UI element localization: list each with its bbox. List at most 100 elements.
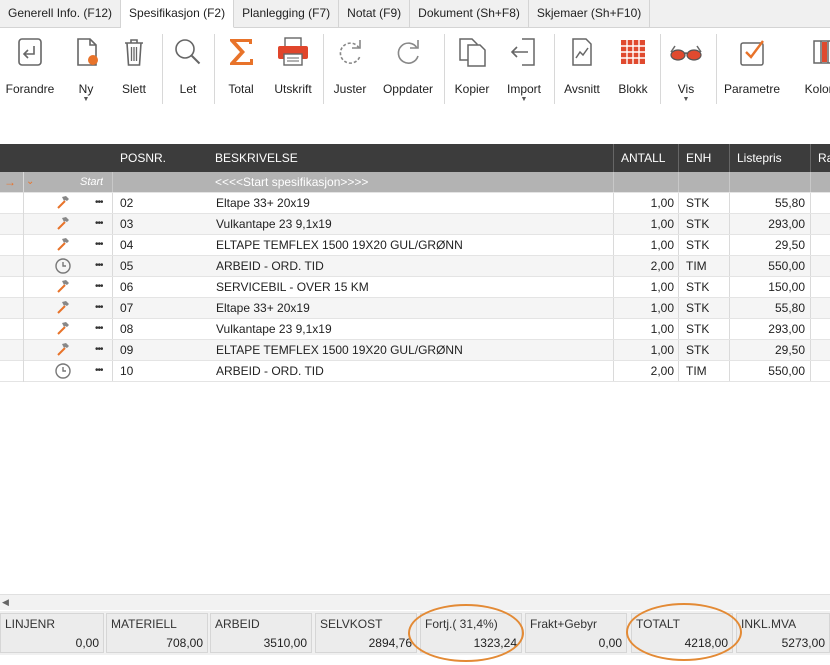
current-row-arrow-icon: → (4, 175, 16, 189)
row-menu-icon[interactable]: ••• (95, 361, 103, 381)
cell-divider (810, 361, 811, 381)
row-menu-icon[interactable]: ••• (95, 277, 103, 297)
app-window: Generell Info. (F12) Spesifikasjon (F2) … (0, 0, 830, 665)
cell-enh: TIM (686, 364, 707, 378)
materiell-value: 708,00 (166, 636, 203, 650)
cell-divider (112, 277, 113, 297)
row-menu-icon[interactable]: ••• (95, 340, 103, 360)
col-header-rabatt[interactable]: Ra (818, 144, 830, 172)
tab-planlegging[interactable]: Planlegging (F7) (234, 0, 340, 27)
cell-divider (678, 214, 679, 234)
total-selvkost: SELVKOST 2894,76 (315, 613, 417, 653)
import-button[interactable]: Import ▼ (494, 34, 554, 106)
tab-dokument[interactable]: Dokument (Sh+F8) (410, 0, 529, 27)
cell-enh: STK (686, 322, 710, 336)
import-icon (506, 34, 542, 70)
hammer-icon (54, 319, 72, 339)
tab-generell-info[interactable]: Generell Info. (F12) (0, 0, 122, 27)
total-button[interactable]: Total (211, 34, 271, 106)
cell-listepris: 550,00 (768, 259, 805, 273)
col-header-beskrivelse[interactable]: BESKRIVELSE (215, 144, 298, 172)
cell-divider (810, 256, 811, 276)
cell-beskrivelse: ARBEID - ORD. TID (216, 364, 324, 378)
table-row[interactable]: ••• 04 ELTAPE TEMFLEX 1500 19X20 GUL/GRØ… (0, 235, 830, 256)
col-header-enh[interactable]: ENH (686, 144, 711, 172)
cell-antall: 1,00 (650, 322, 674, 336)
printer-icon (275, 34, 311, 70)
cell-divider (112, 193, 113, 213)
row-menu-icon[interactable]: ••• (95, 298, 103, 318)
cell-posnr: 02 (120, 196, 134, 210)
utskrift-button[interactable]: Utskrift (263, 34, 323, 106)
row-menu-icon[interactable]: ••• (95, 319, 103, 339)
forandre-button[interactable]: Forandre (0, 34, 60, 106)
kopier-label: Kopier (454, 82, 490, 96)
cell-divider (112, 235, 113, 255)
cell-antall: 2,00 (650, 259, 674, 273)
table-row[interactable]: ••• 03 Vulkantape 23 9,1x19 1,00 STK 293… (0, 214, 830, 235)
table-row[interactable]: ••• 08 Vulkantape 23 9,1x19 1,00 STK 293… (0, 319, 830, 340)
kolonner-button[interactable]: Kolon (790, 34, 830, 106)
arbeid-label: ARBEID (215, 617, 260, 631)
cell-beskrivelse: ARBEID - ORD. TID (216, 259, 324, 273)
col-header-listepris[interactable]: Listepris (737, 144, 782, 172)
cell-listepris: 293,00 (768, 217, 805, 231)
cell-enh: STK (686, 343, 710, 357)
kopier-button[interactable]: Kopier (442, 34, 502, 106)
parametre-button[interactable]: Parametre (722, 34, 782, 106)
cell-enh: STK (686, 217, 710, 231)
slett-button[interactable]: Slett (104, 34, 164, 106)
let-button[interactable]: Let (158, 34, 218, 106)
slett-label: Slett (121, 82, 146, 96)
row-menu-icon[interactable]: ••• (95, 235, 103, 255)
tab-skjemaer[interactable]: Skjemaer (Sh+F10) (529, 0, 651, 27)
hammer-icon (54, 235, 72, 255)
collapse-chevron-icon[interactable]: ⌄ (26, 172, 34, 192)
table-row[interactable]: ••• 07 Eltape 33+ 20x19 1,00 STK 55,80 (0, 298, 830, 319)
linjenr-label: LINJENR (5, 617, 56, 631)
grid-block-icon (615, 34, 651, 70)
cell-listepris: 150,00 (768, 280, 805, 294)
table-row[interactable]: ••• 06 SERVICEBIL - OVER 15 KM 1,00 STK … (0, 277, 830, 298)
cell-divider (112, 319, 113, 339)
cell-divider (678, 319, 679, 339)
row-menu-icon[interactable]: ••• (95, 256, 103, 276)
blokk-button[interactable]: Blokk (603, 34, 663, 106)
search-icon (170, 34, 206, 70)
table-row[interactable]: ••• 02 Eltape 33+ 20x19 1,00 STK 55,80 (0, 193, 830, 214)
col-header-posnr[interactable]: POSNR. (120, 144, 166, 172)
ribbon-toolbar: Forandre Ny ▼ Slett Let Total Utskrift J… (0, 28, 830, 144)
table-row-start[interactable]: → ⌄ Start <<<<Start spesifikasjon>>>> (0, 172, 830, 193)
vis-button[interactable]: Vis ▼ (656, 34, 716, 106)
table-row[interactable]: ••• 05 ARBEID - ORD. TID 2,00 TIM 550,00 (0, 256, 830, 277)
trash-icon (116, 34, 152, 70)
chevron-down-icon: ▼ (682, 96, 690, 103)
table-row[interactable]: ••• 09 ELTAPE TEMFLEX 1500 19X20 GUL/GRØ… (0, 340, 830, 361)
hammer-icon (54, 193, 72, 213)
cell-beskrivelse: Vulkantape 23 9,1x19 (216, 217, 332, 231)
highlight-ring-fortjeneste (408, 604, 524, 662)
cell-posnr: 06 (120, 280, 134, 294)
oppdater-button[interactable]: Oppdater (378, 34, 438, 106)
juster-button[interactable]: Juster (320, 34, 380, 106)
cell-posnr: 10 (120, 364, 134, 378)
clock-icon (54, 256, 72, 276)
tab-bar: Generell Info. (F12) Spesifikasjon (F2) … (0, 0, 830, 28)
cell-antall: 1,00 (650, 301, 674, 315)
cell-posnr: 07 (120, 301, 134, 315)
frakt-value: 0,00 (598, 636, 622, 650)
hammer-icon (54, 214, 72, 234)
cell-beskrivelse: Eltape 33+ 20x19 (216, 301, 310, 315)
row-menu-icon[interactable]: ••• (95, 193, 103, 213)
scroll-left-icon[interactable]: ◀ (2, 597, 9, 608)
col-header-antall[interactable]: ANTALL (621, 144, 665, 172)
tab-spesifikasjon[interactable]: Spesifikasjon (F2) (121, 0, 235, 28)
cell-antall: 1,00 (650, 196, 674, 210)
cell-beskrivelse: ELTAPE TEMFLEX 1500 19X20 GUL/GRØNN (216, 238, 463, 252)
row-menu-icon[interactable]: ••• (95, 214, 103, 234)
table-row[interactable]: ••• 10 ARBEID - ORD. TID 2,00 TIM 550,00 (0, 361, 830, 382)
frakt-label: Frakt+Gebyr (530, 617, 598, 631)
tab-notat[interactable]: Notat (F9) (339, 0, 411, 27)
cell-antall: 1,00 (650, 217, 674, 231)
cell-divider (678, 172, 679, 192)
